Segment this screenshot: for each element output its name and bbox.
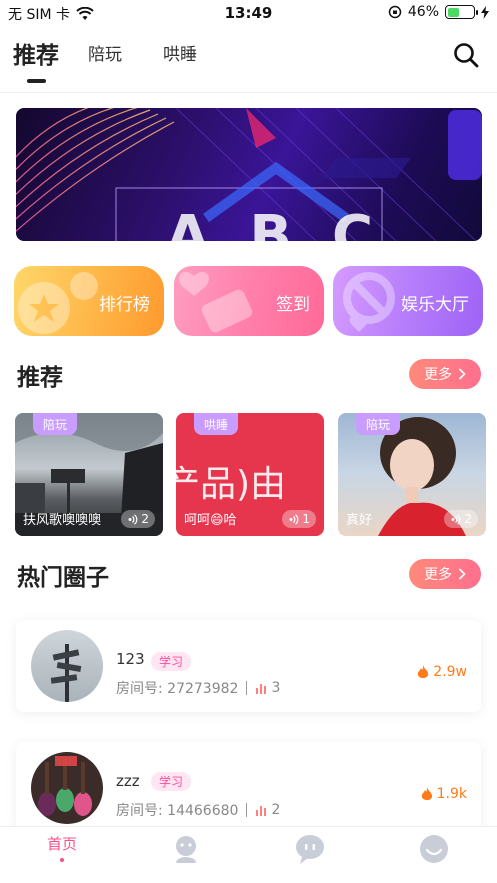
recommend-card-2-bg-text: 产品)由 (176, 464, 287, 505)
feature-checkin-label: 签到 (276, 295, 310, 315)
tab-active-indicator (27, 79, 46, 83)
circle-item-2-room-id: 14466680 (167, 803, 239, 819)
recommend-card-1-tag: 陪玩 (33, 413, 77, 435)
bar-chart-icon (256, 684, 267, 694)
circle-item-2-hot: 1.9k (421, 786, 467, 802)
battery-percent: 46% (407, 4, 439, 20)
circle-item-2-room: 房间号: 14466680 2 (116, 800, 280, 820)
recommend-card-2-count-badge: 1 (282, 510, 316, 528)
sound-wave-icon (289, 513, 299, 525)
recommend-card-1-name: 扶风歌噢噢噢 (23, 513, 102, 528)
circle-item-2-hot-value: 1.9k (436, 786, 467, 802)
divider (246, 803, 248, 817)
top-tabs: 推荐 陪玩 哄睡 (0, 32, 497, 92)
nav-profile[interactable] (372, 827, 496, 883)
nav-active-dot (60, 858, 64, 862)
circle-item-1-room-id: 27273982 (167, 681, 239, 697)
recommend-card-1-count: 2 (141, 512, 149, 526)
chevron-right-icon (458, 568, 466, 580)
bottom-nav: 首页 (0, 826, 497, 883)
circle-item-1-name: 123 (116, 650, 145, 668)
chat-icon (296, 835, 324, 864)
circle-item-2-room-label: 房间号: (116, 803, 163, 819)
circle-item-1-hot-value: 2.9w (433, 664, 467, 680)
nav-home[interactable]: 首页 (0, 827, 124, 883)
bar-chart-icon (256, 806, 267, 816)
orientation-lock-icon (388, 5, 402, 19)
recommend-card-3[interactable]: 陪玩 真好 2 (338, 413, 486, 536)
nav-companion[interactable] (124, 827, 248, 883)
feature-lobby[interactable]: 娱乐大厅 (333, 266, 483, 336)
feature-lobby-label: 娱乐大厅 (401, 295, 469, 315)
battery-icon (445, 5, 478, 19)
header-divider (0, 92, 497, 93)
circle-item-2-members: 2 (271, 802, 281, 818)
status-bar: 无 SIM 卡 13:49 46% (0, 0, 497, 26)
tab-companion[interactable]: 陪玩 (88, 40, 122, 65)
fire-icon (421, 786, 432, 800)
divider (246, 681, 248, 695)
recommend-more-label: 更多 (424, 367, 452, 383)
circle-item-1-members: 3 (271, 680, 281, 696)
recommend-title: 推荐 (17, 365, 63, 391)
recommend-card-2-count: 1 (302, 512, 310, 526)
feature-ranking[interactable]: 排行榜 (14, 266, 164, 336)
tab-recommend[interactable]: 推荐 (13, 36, 59, 70)
banner[interactable]: ABC (16, 108, 482, 241)
circle-item-1-room-label: 房间号: (116, 681, 163, 697)
signpost-photo (50, 644, 82, 702)
recommend-card-2-tag: 哄睡 (194, 413, 238, 435)
charging-icon (481, 5, 489, 19)
nav-home-label: 首页 (46, 835, 77, 853)
recommend-card-2[interactable]: 产品)由 哄睡 呵呵😄哈 1 (176, 413, 324, 536)
recommend-card-3-count-badge: 2 (444, 510, 478, 528)
circle-item-1-hot: 2.9w (417, 664, 467, 680)
ticket-icon (179, 271, 253, 333)
recommend-card-2-name: 呵呵😄哈 (184, 513, 237, 528)
profile-icon (420, 835, 448, 863)
recommend-card-3-tag: 陪玩 (356, 413, 400, 435)
hot-circles-title: 热门圈子 (17, 565, 109, 591)
circle-item-2-avatar (31, 752, 103, 824)
circle-item-1-room: 房间号: 27273982 3 (116, 678, 280, 698)
battery-fill (447, 7, 459, 17)
circle-item-2[interactable]: zzz 学习 房间号: 14466680 2 1.9k (16, 742, 481, 834)
circle-item-2-tag: 学习 (151, 772, 192, 791)
feature-ranking-label: 排行榜 (99, 295, 150, 315)
hot-circles-more-label: 更多 (424, 567, 452, 583)
banner-letters: ABC (166, 204, 414, 241)
circle-item-1-tag: 学习 (151, 652, 192, 671)
chevron-right-icon (458, 368, 466, 380)
recommend-card-1-count-badge: 2 (121, 510, 155, 528)
search-icon[interactable] (451, 40, 481, 70)
recommend-card-3-count: 2 (464, 512, 472, 526)
tab-sleep[interactable]: 哄睡 (163, 40, 197, 65)
hot-circles-more-button[interactable]: 更多 (409, 559, 481, 589)
circle-item-1[interactable]: 123 学习 房间号: 27273982 3 2.9w (16, 620, 481, 712)
circle-item-1-avatar (31, 630, 103, 702)
nav-chat[interactable] (248, 827, 372, 883)
status-right: 46% (388, 4, 489, 20)
recommend-more-button[interactable]: 更多 (409, 359, 481, 389)
recommend-card-1[interactable]: 陪玩 扶风歌噢噢噢 2 (15, 413, 163, 536)
feature-checkin[interactable]: 签到 (174, 266, 324, 336)
companion-icon (176, 836, 196, 863)
sound-wave-icon (451, 513, 461, 525)
sound-wave-icon (128, 513, 138, 525)
recommend-card-3-name: 真好 (346, 513, 373, 528)
ukulele-photo (38, 756, 92, 816)
circle-item-2-name: zzz (116, 772, 140, 790)
fire-icon (418, 664, 429, 678)
star-medal-icon (18, 272, 98, 334)
